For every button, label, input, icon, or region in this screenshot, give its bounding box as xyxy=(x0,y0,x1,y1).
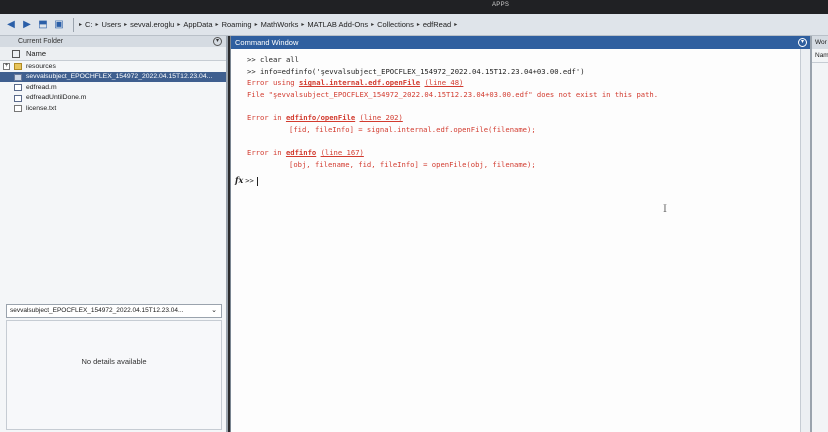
prompt-symbol: >> xyxy=(245,176,254,185)
error-line-link[interactable]: (line 202) xyxy=(360,113,403,122)
error-header: Error in edfinfo/openFile (line 202) xyxy=(247,112,810,124)
file-list-item[interactable]: license.txt xyxy=(0,103,226,114)
chevron-down-icon[interactable]: ⌄ xyxy=(211,305,217,317)
error-prefix: Error in xyxy=(247,148,286,157)
system-top-bar: APPS xyxy=(0,0,828,14)
chevron-right-icon[interactable]: ▸ xyxy=(255,21,258,28)
breadcrumb-item[interactable]: Users xyxy=(102,20,122,29)
no-details-message: No details available xyxy=(81,357,147,366)
back-icon[interactable]: ◀ xyxy=(4,18,18,32)
address-toolbar: ◀ ▶ ⬒ ▣ ▸ C: ▸ Users ▸ sevval.eroglu ▸ AppData ▸… xyxy=(0,14,828,36)
error-line-link[interactable]: (line 167) xyxy=(321,148,364,157)
file-list-item[interactable]: sevvalsubject_EPOCHFLEX_154972_2022.04.1… xyxy=(0,71,226,82)
workspace-name-column-header[interactable]: Nam xyxy=(812,49,828,63)
vertical-scrollbar[interactable] xyxy=(800,49,810,432)
command-line: >> clear all xyxy=(247,55,299,64)
file-label: license.txt xyxy=(26,104,57,112)
browse-folder-icon[interactable]: ▣ xyxy=(52,18,66,32)
file-list: + resources sevvalsubject_EPOCHFLEX_154972… xyxy=(0,61,226,114)
error-header: Error in edfinfo (line 167) xyxy=(247,147,810,159)
file-list-item[interactable]: edfread.m xyxy=(0,82,226,93)
breadcrumb-item[interactable]: edfRead xyxy=(423,20,451,29)
error-function-link[interactable]: edfinfo/openFile xyxy=(286,113,355,122)
workspace-panel: Wor Nam xyxy=(810,36,828,432)
file-label: edfread.m xyxy=(26,83,57,91)
file-icon xyxy=(14,94,22,102)
panel-actions-icon[interactable]: ▾ xyxy=(798,38,807,47)
error-source-line: [fid, fileInfo] = signal.internal.edf.op… xyxy=(289,124,536,134)
chevron-right-icon[interactable]: ▸ xyxy=(301,21,304,28)
file-label: resources xyxy=(26,62,56,70)
command-window-panel[interactable]: Command Window ▾ >> clear all >> info=edf… xyxy=(230,36,810,432)
command-window-title: Command Window ▾ xyxy=(231,36,810,49)
details-selector[interactable]: sevvalsubject_EPOCFLEX_154972_2022.04.15… xyxy=(6,304,222,318)
command-prompt[interactable]: fx >> xyxy=(231,175,810,187)
file-list-item[interactable]: edfreadUntilDone.m xyxy=(0,93,226,104)
details-area: No details available xyxy=(6,320,222,430)
breadcrumb-item[interactable]: C: xyxy=(85,20,93,29)
chevron-right-icon[interactable]: ▸ xyxy=(454,21,457,28)
error-source-line: [obj, filename, fid, fileInfo] = openFil… xyxy=(289,159,536,169)
name-column-header[interactable]: Name xyxy=(0,47,226,61)
file-label: sevvalsubject_EPOCHFLEX_154972_2022.04.1… xyxy=(26,73,213,81)
up-folder-icon[interactable]: ⬒ xyxy=(36,18,50,32)
breadcrumb-item[interactable]: MATLAB Add-Ons xyxy=(307,20,368,29)
breadcrumb-item[interactable]: Roaming xyxy=(222,20,252,29)
chevron-right-icon[interactable]: ▸ xyxy=(177,21,180,28)
breadcrumb-item[interactable]: Collections xyxy=(377,20,414,29)
file-icon xyxy=(14,105,22,112)
chevron-right-icon[interactable]: ▸ xyxy=(216,21,219,28)
checkbox-icon xyxy=(12,50,20,58)
error-prefix: Error in xyxy=(247,113,286,122)
workspace-title: Wor xyxy=(812,36,828,49)
error-line-link[interactable]: (line 48) xyxy=(424,78,463,87)
function-browser-icon[interactable]: fx xyxy=(235,175,243,185)
current-folder-panel: Current Folder ▾ Name + resources sevvalsu… xyxy=(0,36,228,432)
breadcrumb-item[interactable]: sevval.eroglu xyxy=(130,20,174,29)
file-list-item[interactable]: + resources xyxy=(0,61,226,72)
file-icon xyxy=(14,84,22,91)
current-folder-title: Current Folder ▾ xyxy=(0,36,226,47)
breadcrumb-item[interactable]: AppData xyxy=(183,20,212,29)
chevron-right-icon[interactable]: ▸ xyxy=(124,21,127,28)
command-output[interactable]: >> clear all >> info=edfinfo('şevvalsubje… xyxy=(231,49,810,187)
expand-icon[interactable]: + xyxy=(3,63,10,70)
error-prefix: Error using xyxy=(247,78,299,87)
toolbar-divider xyxy=(73,17,74,32)
error-function-link[interactable]: edfinfo xyxy=(286,148,316,157)
input-caret xyxy=(256,176,258,186)
breadcrumb: ▸ C: ▸ Users ▸ sevval.eroglu ▸ AppData ▸ Roaming ▸… xyxy=(79,20,457,29)
chevron-right-icon[interactable]: ▸ xyxy=(371,21,374,28)
error-function-link[interactable]: signal.internal.edf.openFile xyxy=(299,78,420,87)
error-message: File "şevvalsubject_EPOCFLEX_154972_2022… xyxy=(247,89,659,99)
chevron-right-icon[interactable]: ▸ xyxy=(417,21,420,28)
breadcrumb-item[interactable]: MathWorks xyxy=(261,20,299,29)
file-label: edfreadUntilDone.m xyxy=(26,94,87,102)
command-line: >> info=edfinfo('şevvalsubject_EPOCFLEX_… xyxy=(247,66,585,76)
apps-label: APPS xyxy=(492,2,510,8)
panel-actions-icon[interactable]: ▾ xyxy=(213,37,222,46)
chevron-right-icon[interactable]: ▸ xyxy=(79,21,82,28)
folder-icon xyxy=(14,63,22,70)
error-header: Error using signal.internal.edf.openFile… xyxy=(247,77,810,89)
forward-icon[interactable]: ▶ xyxy=(20,18,34,32)
chevron-right-icon[interactable]: ▸ xyxy=(96,21,99,28)
file-icon xyxy=(14,73,22,81)
text-cursor-icon: I xyxy=(663,204,667,215)
